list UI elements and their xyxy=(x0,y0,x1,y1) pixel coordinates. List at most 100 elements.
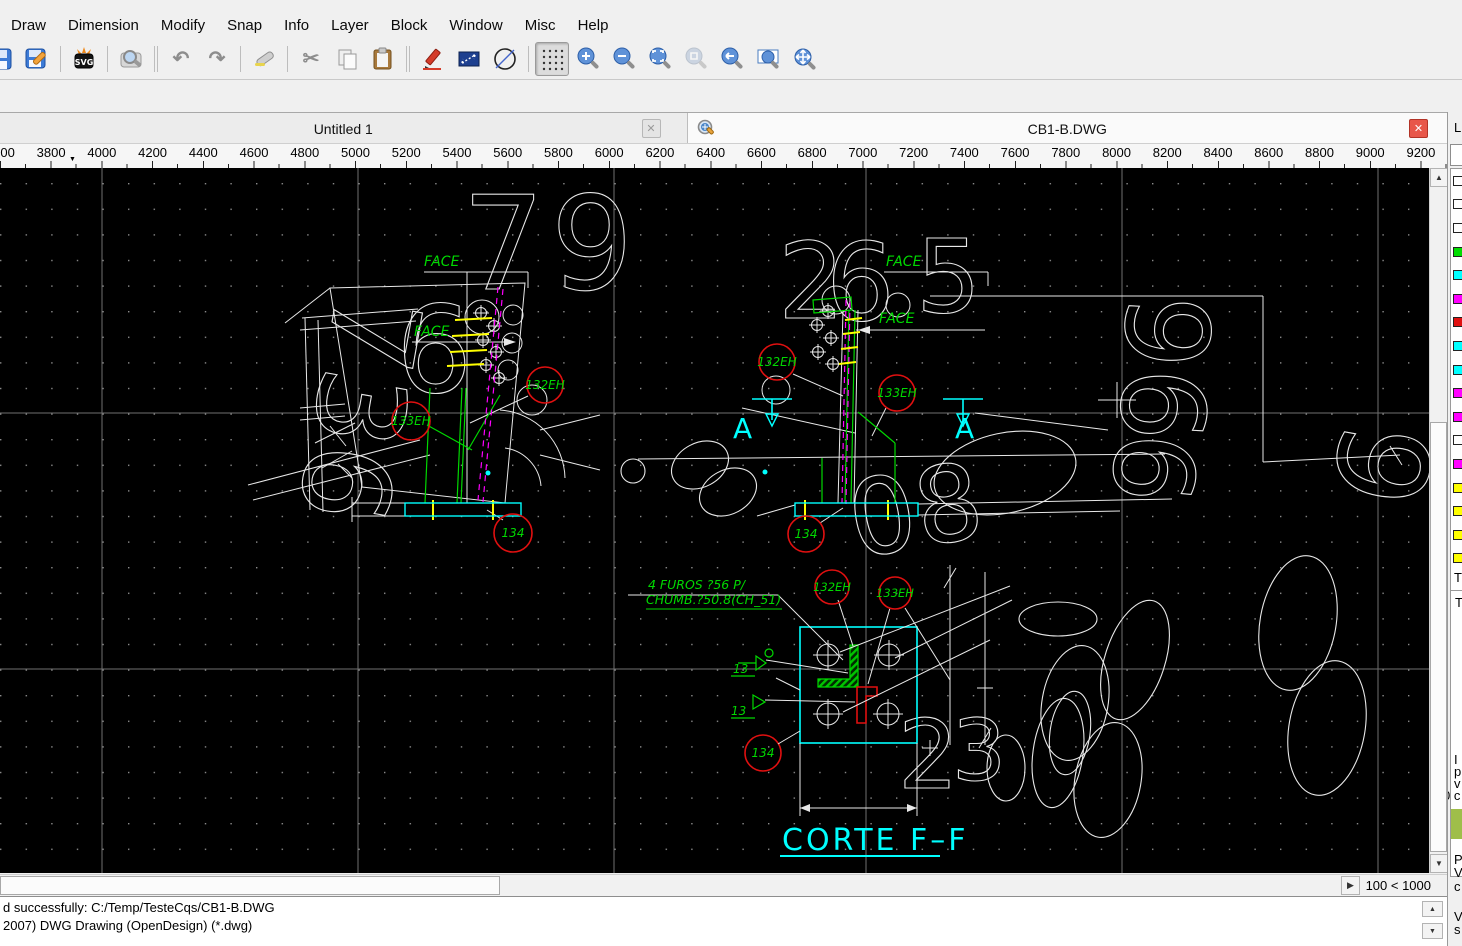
menu-item[interactable]: Modify xyxy=(150,15,216,36)
vertical-scrollbar[interactable]: ▲ ▼ xyxy=(1429,168,1448,873)
zoom-auto-icon[interactable] xyxy=(643,42,677,76)
layer-color-swatch xyxy=(1453,246,1462,257)
redo-icon[interactable]: ↷ xyxy=(200,42,234,76)
export-svg-icon[interactable]: SVG xyxy=(67,42,101,76)
layer-row[interactable] xyxy=(1451,429,1462,453)
menu-item[interactable]: Block xyxy=(380,15,439,36)
menu-item[interactable]: Window xyxy=(438,15,513,36)
ruler-tick-label: 3600 xyxy=(0,145,15,160)
layer-filter-input[interactable] xyxy=(1450,144,1462,166)
layer-row[interactable] xyxy=(1451,193,1462,217)
svg-text:132EH: 132EH xyxy=(525,378,565,392)
toolbar-separator xyxy=(154,45,155,72)
layer-row[interactable] xyxy=(1451,476,1462,500)
ruler-tick-label: 7000 xyxy=(848,145,878,160)
scroll-right-icon[interactable]: ▶ xyxy=(1341,876,1360,895)
grid-zoom-indicator: 100 < 1000 xyxy=(1365,878,1431,893)
selected-row-highlight[interactable] xyxy=(1451,809,1462,839)
panel-title-fragment: T xyxy=(1454,570,1462,585)
layer-row[interactable] xyxy=(1451,381,1462,405)
output-scroll-up-icon[interactable]: ▲ xyxy=(1422,901,1443,917)
output-scroll-down-icon[interactable]: ▼ xyxy=(1422,923,1443,939)
layer-row[interactable] xyxy=(1451,358,1462,382)
ruler-tick-label: 5400 xyxy=(442,145,472,160)
ruler-tick-label: 4600 xyxy=(239,145,269,160)
measure-icon[interactable] xyxy=(452,42,486,76)
text-fragment: 0 c xyxy=(1448,788,1461,803)
save-icon[interactable] xyxy=(0,42,18,76)
menu-item[interactable]: Snap xyxy=(216,15,273,36)
tab-cb1-b-dwg[interactable]: CB1-B.DWG ✕ xyxy=(687,113,1447,144)
section-title: CORTE F–F xyxy=(782,823,969,858)
layer-row[interactable] xyxy=(1451,311,1462,335)
svg-text:79: 79 xyxy=(462,168,639,320)
layer-row[interactable] xyxy=(1451,287,1462,311)
drawing-canvas[interactable]: 79 736 6 FACE FACE 132EH 133EH 134 2 6 5… xyxy=(0,167,1459,873)
layer-row[interactable] xyxy=(1451,405,1462,429)
layer-row[interactable] xyxy=(1451,334,1462,358)
layer-row[interactable] xyxy=(1451,452,1462,476)
tab-close-icon[interactable]: ✕ xyxy=(1409,119,1428,138)
menu-item[interactable]: Help xyxy=(567,15,620,36)
circle-slash-icon[interactable] xyxy=(488,42,522,76)
tab-close-icon[interactable]: ✕ xyxy=(641,119,661,138)
status-line-2: 2007) DWG Drawing (OpenDesign) (*.dwg) xyxy=(3,918,253,933)
paste-icon[interactable] xyxy=(366,42,400,76)
layer-color-swatch xyxy=(1453,435,1462,446)
copy-icon[interactable] xyxy=(330,42,364,76)
zoom-previous-icon[interactable] xyxy=(679,42,713,76)
scroll-up-icon[interactable]: ▲ xyxy=(1430,168,1448,187)
ruler-tick-label: 7800 xyxy=(1051,145,1081,160)
zoom-in-icon[interactable] xyxy=(571,42,605,76)
layer-row[interactable] xyxy=(1451,499,1462,523)
menu-item[interactable]: Misc xyxy=(514,15,567,36)
svg-text:133EH: 133EH xyxy=(391,414,431,428)
main-toolbar: SVG ↶ ↷ ✂ xyxy=(0,38,1462,80)
zoom-out-icon[interactable] xyxy=(607,42,641,76)
tab-untitled[interactable]: Untitled 1 ✕ xyxy=(0,113,688,144)
layer-row[interactable] xyxy=(1451,523,1462,547)
block-list[interactable]: T xyxy=(1450,590,1462,877)
draw-pencil-icon[interactable] xyxy=(416,42,450,76)
grid-snap-toggle[interactable] xyxy=(535,41,569,76)
menu-item[interactable]: Info xyxy=(273,15,320,36)
layer-row[interactable] xyxy=(1451,216,1462,240)
toolbar-separator xyxy=(107,45,108,72)
zoom-window-icon[interactable] xyxy=(751,42,785,76)
vertical-scroll-thumb[interactable] xyxy=(1430,422,1447,852)
command-output[interactable]: d successfully: C:/Temp/TesteCqs/CB1-B.D… xyxy=(0,896,1447,946)
layer-row[interactable] xyxy=(1451,169,1462,193)
layer-row[interactable] xyxy=(1451,263,1462,287)
zoom-back-icon[interactable] xyxy=(715,42,749,76)
cad-application-window: Draw Dimension Modify Snap Info Layer Block Win… xyxy=(0,0,1462,946)
layer-list-panel: L T I p v c P V c V s xyxy=(1447,112,1462,946)
eraser-icon[interactable] xyxy=(247,42,281,76)
ruler-tick-label: 7200 xyxy=(899,145,929,160)
layer-color-swatch xyxy=(1453,529,1462,540)
svg-text:SVG: SVG xyxy=(75,58,94,67)
print-preview-icon[interactable] xyxy=(114,42,148,76)
text-fragment: V xyxy=(1454,865,1462,880)
layer-list[interactable] xyxy=(1450,168,1462,632)
save-as-icon[interactable] xyxy=(20,42,54,76)
undo-icon[interactable]: ↶ xyxy=(164,42,198,76)
menu-item[interactable]: Draw xyxy=(0,15,57,36)
horizontal-scrollbar[interactable]: ▶ 100 < 1000 xyxy=(0,874,1447,897)
svg-text:2: 2 xyxy=(898,701,958,811)
ruler-tick-label: 4400 xyxy=(188,145,218,160)
layer-color-swatch xyxy=(1453,222,1462,233)
layer-row[interactable] xyxy=(1451,547,1462,571)
scroll-down-icon[interactable]: ▼ xyxy=(1430,854,1448,873)
zoom-pan-icon[interactable] xyxy=(787,42,821,76)
menu-item[interactable]: Layer xyxy=(320,15,380,36)
horizontal-scroll-thumb[interactable] xyxy=(0,876,500,895)
ruler-tick-label: 9200 xyxy=(1406,145,1436,160)
horizontal-ruler: 3600380040004200440046004800500052005400… xyxy=(0,143,1447,169)
svg-text:CHUMB.?50.8(CH_51): CHUMB.?50.8(CH_51) xyxy=(646,592,781,607)
layer-row[interactable] xyxy=(1451,240,1462,264)
cut-icon[interactable]: ✂ xyxy=(294,42,328,76)
ruler-tick-label: 6400 xyxy=(696,145,726,160)
svg-text:6: 6 xyxy=(826,221,895,346)
svg-text:6: 6 xyxy=(1086,428,1220,509)
menu-item[interactable]: Dimension xyxy=(57,15,150,36)
